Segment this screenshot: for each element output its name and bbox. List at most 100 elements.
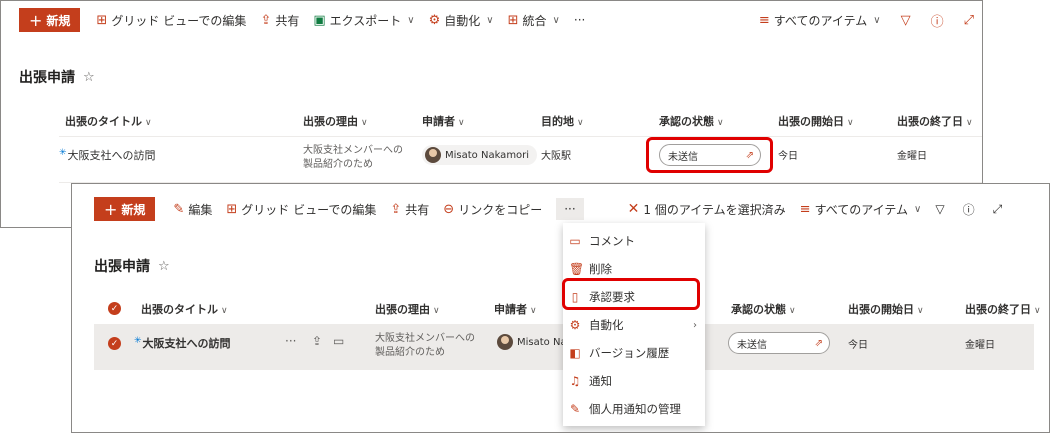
export-button[interactable]: ▣ エクスポート ∨	[313, 12, 414, 29]
share-icon: ⇪	[390, 201, 402, 217]
chevron-down-icon: ∨	[1034, 306, 1041, 316]
command-bar: + 新規 ✎ 編集 ⊞ グリッド ビューでの編集 ⇪ 共有 ⊖ リンクをコピー …	[72, 190, 1049, 228]
new-button[interactable]: + 新規	[94, 197, 156, 221]
history-icon: ◧	[569, 346, 581, 360]
approval-status-pill[interactable]: 未送信 ⇗	[728, 332, 830, 354]
row-start-date: 今日	[848, 340, 868, 351]
column-header-requester[interactable]: 申請者 ∨	[494, 301, 537, 317]
avatar	[497, 334, 513, 350]
chevron-down-icon: ∨	[407, 14, 415, 26]
column-header-start[interactable]: 出張の開始日 ∨	[848, 301, 924, 317]
front-list-view: + 新規 ✎ 編集 ⊞ グリッド ビューでの編集 ⇪ 共有 ⊖ リンクをコピー …	[71, 183, 1050, 433]
close-icon[interactable]: ✕	[628, 201, 640, 217]
right-commands: ≡ すべてのアイテム ∨ ▽ ⓘ ⤢	[759, 1, 974, 39]
plus-icon: +	[29, 10, 43, 30]
automate-icon: ⚙	[569, 318, 581, 332]
plus-icon: +	[104, 199, 118, 219]
requester-persona[interactable]: Misato Nakamori	[422, 145, 538, 165]
chevron-down-icon: ∨	[552, 14, 560, 26]
integrate-button[interactable]: ⊞ 統合 ∨	[508, 12, 560, 29]
chevron-down-icon: ∨	[789, 306, 796, 316]
row-end-date: 金曜日	[897, 151, 927, 162]
column-header-end[interactable]: 出張の終了日 ∨	[965, 301, 1041, 317]
column-header-start[interactable]: 出張の開始日 ∨	[778, 113, 854, 129]
column-header-title[interactable]: 出張のタイトル ∨	[65, 113, 152, 129]
view-selector[interactable]: ≡ すべてのアイテム ∨	[759, 12, 881, 29]
view-icon: ≡	[758, 12, 770, 28]
new-button[interactable]: + 新規	[19, 8, 81, 32]
menu-item-version-history[interactable]: ◧ バージョン履歴	[563, 339, 705, 367]
comment-icon: ▭	[569, 234, 581, 248]
expand-icon[interactable]: ⤢	[964, 13, 974, 28]
chevron-down-icon: ∨	[145, 118, 152, 128]
share-button[interactable]: ⇪ 共有	[260, 12, 299, 29]
info-icon[interactable]: ⓘ	[963, 201, 975, 218]
filter-icon[interactable]: ▽	[901, 13, 911, 28]
chevron-down-icon: ∨	[847, 118, 854, 128]
column-header-requester[interactable]: 申請者 ∨	[422, 113, 465, 129]
row-more-icon[interactable]: ···	[285, 334, 296, 348]
star-icon[interactable]: ☆	[158, 259, 170, 274]
chevron-down-icon: ∨	[433, 306, 440, 316]
menu-item-comment[interactable]: ▭ コメント	[563, 227, 705, 255]
chevron-down-icon: ∨	[458, 118, 465, 128]
new-item-icon: ✳	[59, 148, 67, 158]
menu-item-alert[interactable]: ♫ 通知	[563, 367, 705, 395]
chevron-down-icon: ∨	[221, 306, 228, 316]
grid-icon: ⊞	[226, 201, 238, 217]
chevron-down-icon: ∨	[873, 14, 881, 26]
link-icon: ⊖	[443, 201, 455, 217]
row-title-link[interactable]: ✳大阪支社への訪問	[59, 147, 156, 163]
row-comment-icon[interactable]: ▭	[333, 334, 344, 348]
column-header-end[interactable]: 出張の終了日 ∨	[897, 113, 973, 129]
row-share-icon[interactable]: ⇪	[312, 334, 322, 348]
more-button[interactable]: ···	[574, 13, 585, 27]
row-checkbox[interactable]: ✓	[108, 337, 121, 350]
excel-icon: ▣	[313, 12, 326, 28]
highlight-approval-status	[646, 137, 773, 173]
view-selector[interactable]: ≡ すべてのアイテム ∨	[800, 201, 922, 218]
expand-icon[interactable]: ⤢	[993, 202, 1003, 217]
share-icon: ⇪	[260, 12, 272, 28]
edit-button[interactable]: ✎ 編集	[173, 201, 212, 218]
more-button[interactable]: ···	[556, 198, 584, 220]
pencil-icon: ✎	[173, 201, 185, 217]
grid-edit-button[interactable]: ⊞ グリッド ビューでの編集	[226, 201, 376, 218]
grid-edit-button[interactable]: ⊞ グリッド ビューでの編集	[96, 12, 246, 29]
menu-item-automate[interactable]: ⚙ 自動化 ›	[563, 311, 705, 339]
trash-icon: 🗑	[569, 262, 585, 276]
chevron-down-icon: ∨	[530, 306, 537, 316]
column-header-approval[interactable]: 承認の状態 ∨	[731, 301, 796, 317]
column-header-approval[interactable]: 承認の状態 ∨	[659, 113, 724, 129]
row-start-date: 今日	[778, 151, 798, 162]
column-header-destination[interactable]: 目的地 ∨	[541, 113, 584, 129]
chevron-down-icon: ∨	[361, 118, 368, 128]
page-title: 出張申請 ☆	[94, 258, 170, 276]
automate-button[interactable]: ⚙ 自動化 ∨	[429, 12, 494, 29]
info-icon[interactable]: ⓘ	[931, 11, 944, 30]
filter-icon[interactable]: ▽	[935, 202, 944, 216]
star-icon[interactable]: ☆	[83, 70, 95, 85]
chevron-right-icon: ›	[693, 319, 697, 331]
menu-item-manage-alerts[interactable]: ✎ 個人用通知の管理	[563, 395, 705, 423]
automate-icon: ⚙	[428, 12, 441, 28]
share-button[interactable]: ⇪ 共有	[390, 201, 429, 218]
chevron-down-icon: ∨	[914, 203, 922, 215]
more-actions-menu: ▭ コメント 🗑 削除 ▯ 承認要求 ⚙ 自動化 › ◧ バージョン履歴 ♫ 通…	[563, 223, 705, 426]
selection-info[interactable]: ✕ 1 個のアイテムを選択済み	[628, 201, 786, 218]
manage-alerts-icon: ✎	[569, 402, 581, 416]
chevron-down-icon: ∨	[717, 118, 724, 128]
grid-icon: ⊞	[96, 12, 108, 28]
chevron-down-icon: ∨	[486, 14, 494, 26]
avatar	[425, 147, 441, 163]
header-divider	[59, 136, 982, 137]
column-header-title[interactable]: 出張のタイトル ∨	[141, 301, 228, 317]
select-all-checkbox[interactable]: ✓	[108, 302, 121, 315]
new-item-icon: ✳	[134, 336, 142, 346]
bell-icon: ♫	[569, 374, 581, 388]
row-end-date: 金曜日	[965, 340, 995, 351]
column-header-reason[interactable]: 出張の理由 ∨	[303, 113, 368, 129]
copy-link-button[interactable]: ⊖ リンクをコピー	[443, 201, 542, 218]
column-header-reason[interactable]: 出張の理由 ∨	[375, 301, 440, 317]
row-title-link[interactable]: ✳大阪支社への訪問	[134, 335, 231, 351]
